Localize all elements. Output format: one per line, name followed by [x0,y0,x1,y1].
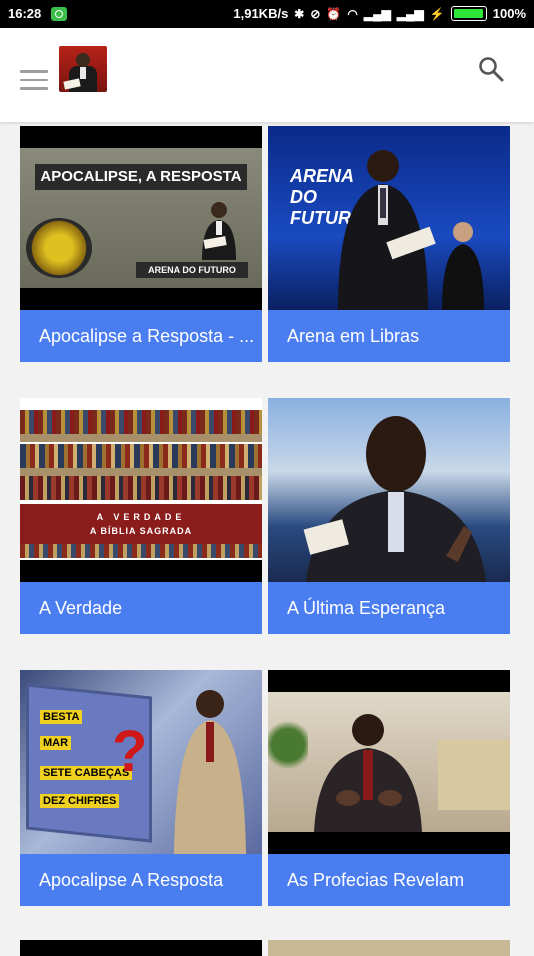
video-card[interactable]: ARENA DO FUTURO Arena em Libras [268,126,510,362]
video-card-partial[interactable] [20,940,262,956]
thumbnail-word: DEZ CHIFRES [40,794,120,808]
video-thumbnail[interactable] [268,670,510,854]
sign-interpreter-figure [442,222,484,310]
silent-icon: ⊘ [310,6,321,21]
video-thumbnail[interactable] [268,398,510,582]
whatsapp-notification-icon [51,6,68,21]
signal-icon-2: ▂▄▆ [396,6,424,21]
couch-graphic [438,740,510,810]
wheel-graphic [26,218,92,278]
presenter-figure [314,714,422,832]
network-speed: 1,91KB/s [233,6,289,21]
video-card[interactable]: BESTA MAR SETE CABEÇAS DEZ CHIFRES ? Apo… [20,670,262,906]
video-thumbnail[interactable]: A VERDADE A BÍBLIA SAGRADA [20,398,262,582]
channel-logo[interactable] [59,46,107,92]
video-title[interactable]: Arena em Libras [268,310,510,362]
status-time: 16:28 [8,6,42,21]
thumbnail-banner: A VERDADE A BÍBLIA SAGRADA [20,504,262,544]
battery-percent: 100% [492,6,526,21]
presenter-figure [338,150,436,310]
video-title[interactable]: A Verdade [20,582,262,634]
presenter-figure [174,690,246,854]
presenter-figure [303,416,486,582]
thumbnail-title: A VERDADE [96,512,186,522]
video-title[interactable]: A Última Esperança [268,582,510,634]
video-thumbnail[interactable]: APOCALIPSE, A RESPOSTA ARENA DO FUTURO [20,126,262,310]
video-title[interactable]: As Profecias Revelam [268,854,510,906]
video-card-partial[interactable] [268,940,510,956]
thumbnail-word: BESTA [40,710,83,724]
battery-icon [450,6,487,21]
video-thumbnail[interactable]: ARENA DO FUTURO [268,126,510,310]
alarm-icon: ⏰ [326,6,342,21]
video-card[interactable]: A Última Esperança [268,398,510,634]
video-card[interactable]: As Profecias Revelam [268,670,510,906]
hamburger-menu-icon[interactable] [20,70,48,90]
thumbnail-title: APOCALIPSE, A RESPOSTA [35,164,247,190]
status-bar: 16:28 1,91KB/s ✱ ⊘ ⏰ ◠ ▂▄▆ ▂▄▆ ⚡ 100% [0,0,534,28]
plant-graphic [268,710,308,780]
wifi-icon: ◠ [347,6,358,21]
app-bar [0,28,534,122]
video-title[interactable]: Apocalipse a Resposta - ... [20,310,262,362]
search-icon[interactable] [478,56,504,82]
video-thumbnail[interactable]: BESTA MAR SETE CABEÇAS DEZ CHIFRES ? [20,670,262,854]
thumbnail-subtitle: A BÍBLIA SAGRADA [89,526,193,536]
presenter-figure [202,202,236,260]
thumbnail-word: MAR [40,736,72,750]
signal-icon-1: ▂▄▆ [363,6,391,21]
bluetooth-icon: ✱ [294,6,305,21]
video-card[interactable]: APOCALIPSE, A RESPOSTA ARENA DO FUTURO A… [20,126,262,362]
video-title[interactable]: Apocalipse A Resposta [20,854,262,906]
thumbnail-subtitle: ARENA DO FUTURO [136,262,248,278]
video-card[interactable]: A VERDADE A BÍBLIA SAGRADA A Verdade [20,398,262,634]
charging-icon: ⚡ [429,6,445,21]
question-mark: ? [112,719,148,784]
